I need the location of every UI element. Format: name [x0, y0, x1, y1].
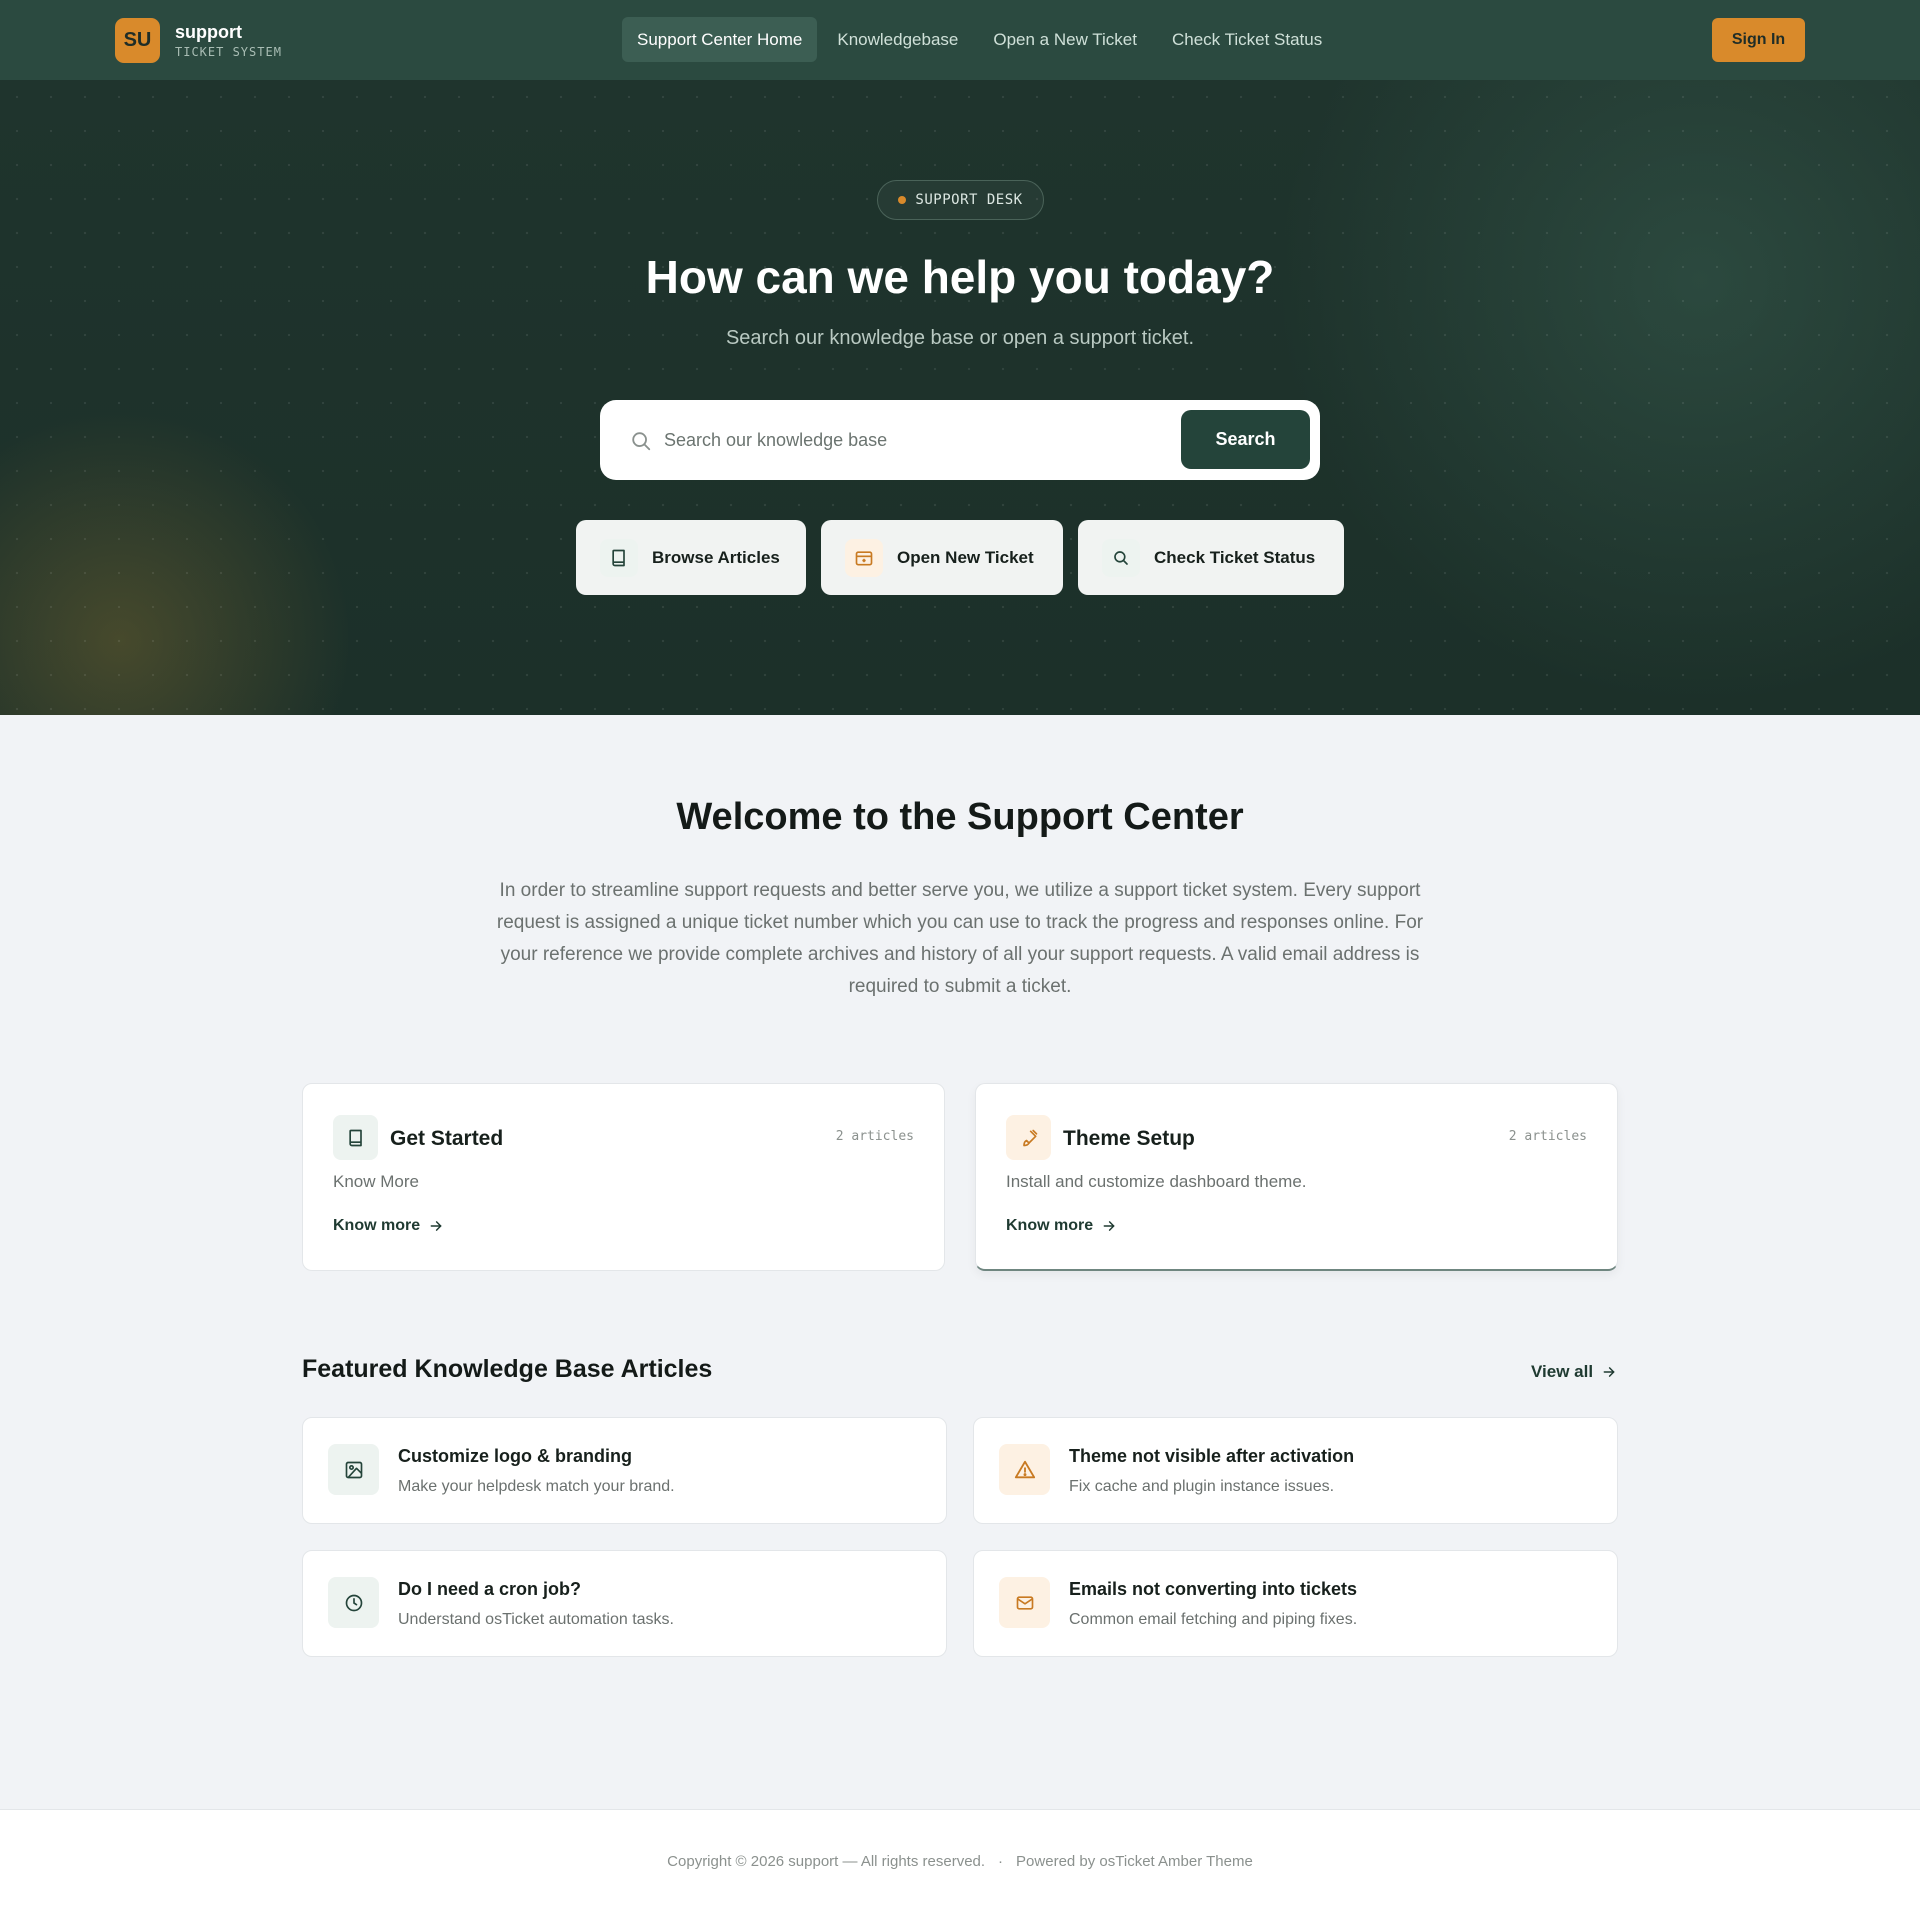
kb-search-box: Search	[600, 400, 1320, 480]
article-description: Understand osTicket automation tasks.	[398, 1611, 674, 1628]
clock-icon	[328, 1577, 379, 1628]
arrow-right-icon	[1103, 1221, 1115, 1231]
book-icon	[333, 1115, 378, 1160]
know-more-label: Know more	[333, 1217, 421, 1234]
badge-dot	[898, 196, 907, 204]
article-title: Theme not visible after activation	[1069, 1446, 1355, 1466]
nav-support-center-home[interactable]: Support Center Home	[622, 17, 818, 62]
main-nav: Support Center Home Knowledgebase Open a…	[622, 17, 1342, 62]
search-button[interactable]: Search	[1181, 410, 1310, 469]
brand-logo: SU	[115, 18, 160, 63]
footer: Copyright © 2026 support — All rights re…	[0, 1809, 1920, 1912]
sign-in-button[interactable]: Sign In	[1712, 18, 1805, 62]
article-card[interactable]: Do I need a cron job? Understand osTicke…	[302, 1550, 947, 1657]
know-more-label: Know more	[1006, 1217, 1094, 1234]
kb-search-input[interactable]	[664, 420, 1164, 460]
article-description: Make your helpdesk match your brand.	[398, 1478, 675, 1495]
view-all-link[interactable]: View all	[1531, 1362, 1616, 1382]
mail-icon	[999, 1577, 1050, 1628]
nav-check-ticket-status[interactable]: Check Ticket Status	[1157, 17, 1337, 62]
article-title: Emails not converting into tickets	[1069, 1579, 1358, 1599]
footer-separator: ·	[998, 1852, 1004, 1870]
hero-title: How can we help you today?	[645, 251, 1275, 303]
browse-articles-button[interactable]: Browse Articles	[576, 520, 806, 595]
know-more-link[interactable]: Know more	[1006, 1217, 1116, 1235]
category-description: Install and customize dashboard theme.	[1006, 1172, 1307, 1191]
brand-text: support TICKET SYSTEM	[175, 23, 282, 58]
nav-open-new-ticket[interactable]: Open a New Ticket	[978, 17, 1152, 62]
brand[interactable]: SU support TICKET SYSTEM	[115, 18, 282, 63]
article-title: Do I need a cron job?	[398, 1579, 582, 1599]
hero-subtitle: Search our knowledge base or open a supp…	[725, 327, 1195, 349]
arrow-right-icon	[430, 1221, 442, 1231]
category-card-get-started[interactable]: Get Started 2 articles Know More Know mo…	[302, 1083, 945, 1271]
category-title: Get Started	[390, 1127, 504, 1150]
category-article-count: 2 articles	[835, 1129, 914, 1144]
article-card[interactable]: Emails not converting into tickets Commo…	[973, 1550, 1618, 1657]
warning-icon	[999, 1444, 1050, 1495]
brush-icon	[1006, 1115, 1051, 1160]
hero-dot-pattern	[0, 80, 1920, 715]
support-desk-badge: SUPPORT DESK	[877, 180, 1044, 220]
check-ticket-status-label: Check Ticket Status	[1154, 547, 1316, 567]
ticket-icon	[845, 538, 883, 577]
featured-articles-title: Featured Knowledge Base Articles	[302, 1355, 713, 1383]
search-icon	[1102, 538, 1140, 577]
article-title: Customize logo & branding	[398, 1446, 632, 1466]
category-title: Theme Setup	[1063, 1127, 1195, 1150]
open-new-ticket-button[interactable]: Open New Ticket	[821, 520, 1063, 595]
category-description: Know More	[333, 1172, 419, 1191]
welcome-text: In order to streamline support requests …	[496, 880, 1424, 997]
category-article-count: 2 articles	[1508, 1129, 1587, 1144]
article-description: Common email fetching and piping fixes.	[1069, 1611, 1358, 1628]
category-card-theme-setup[interactable]: Theme Setup 2 articles Install and custo…	[975, 1083, 1618, 1271]
arrow-right-icon	[1603, 1367, 1615, 1377]
brand-subtitle: TICKET SYSTEM	[175, 45, 282, 59]
article-description: Fix cache and plugin instance issues.	[1069, 1478, 1335, 1495]
nav-knowledgebase[interactable]: Knowledgebase	[822, 17, 973, 62]
welcome-title: Welcome to the Support Center	[676, 796, 1244, 838]
open-new-ticket-label: Open New Ticket	[897, 547, 1034, 567]
check-ticket-status-button[interactable]: Check Ticket Status	[1078, 520, 1344, 595]
footer-copyright: Copyright © 2026 support — All rights re…	[667, 1852, 986, 1870]
article-card[interactable]: Theme not visible after activation Fix c…	[973, 1417, 1618, 1524]
image-icon	[328, 1444, 379, 1495]
badge-label: SUPPORT DESK	[915, 192, 1023, 208]
hero-section: SUPPORT DESK How can we help you today? …	[0, 80, 1920, 715]
view-all-label: View all	[1531, 1362, 1594, 1381]
top-navbar: SU support TICKET SYSTEM Support Center …	[0, 0, 1920, 80]
footer-powered-by[interactable]: Powered by osTicket Amber Theme	[1016, 1853, 1253, 1870]
know-more-link[interactable]: Know more	[333, 1217, 443, 1235]
brand-name: support	[175, 22, 242, 42]
browse-articles-label: Browse Articles	[652, 547, 780, 567]
search-icon	[630, 430, 652, 452]
book-icon	[600, 538, 638, 577]
article-card[interactable]: Customize logo & branding Make your help…	[302, 1417, 947, 1524]
